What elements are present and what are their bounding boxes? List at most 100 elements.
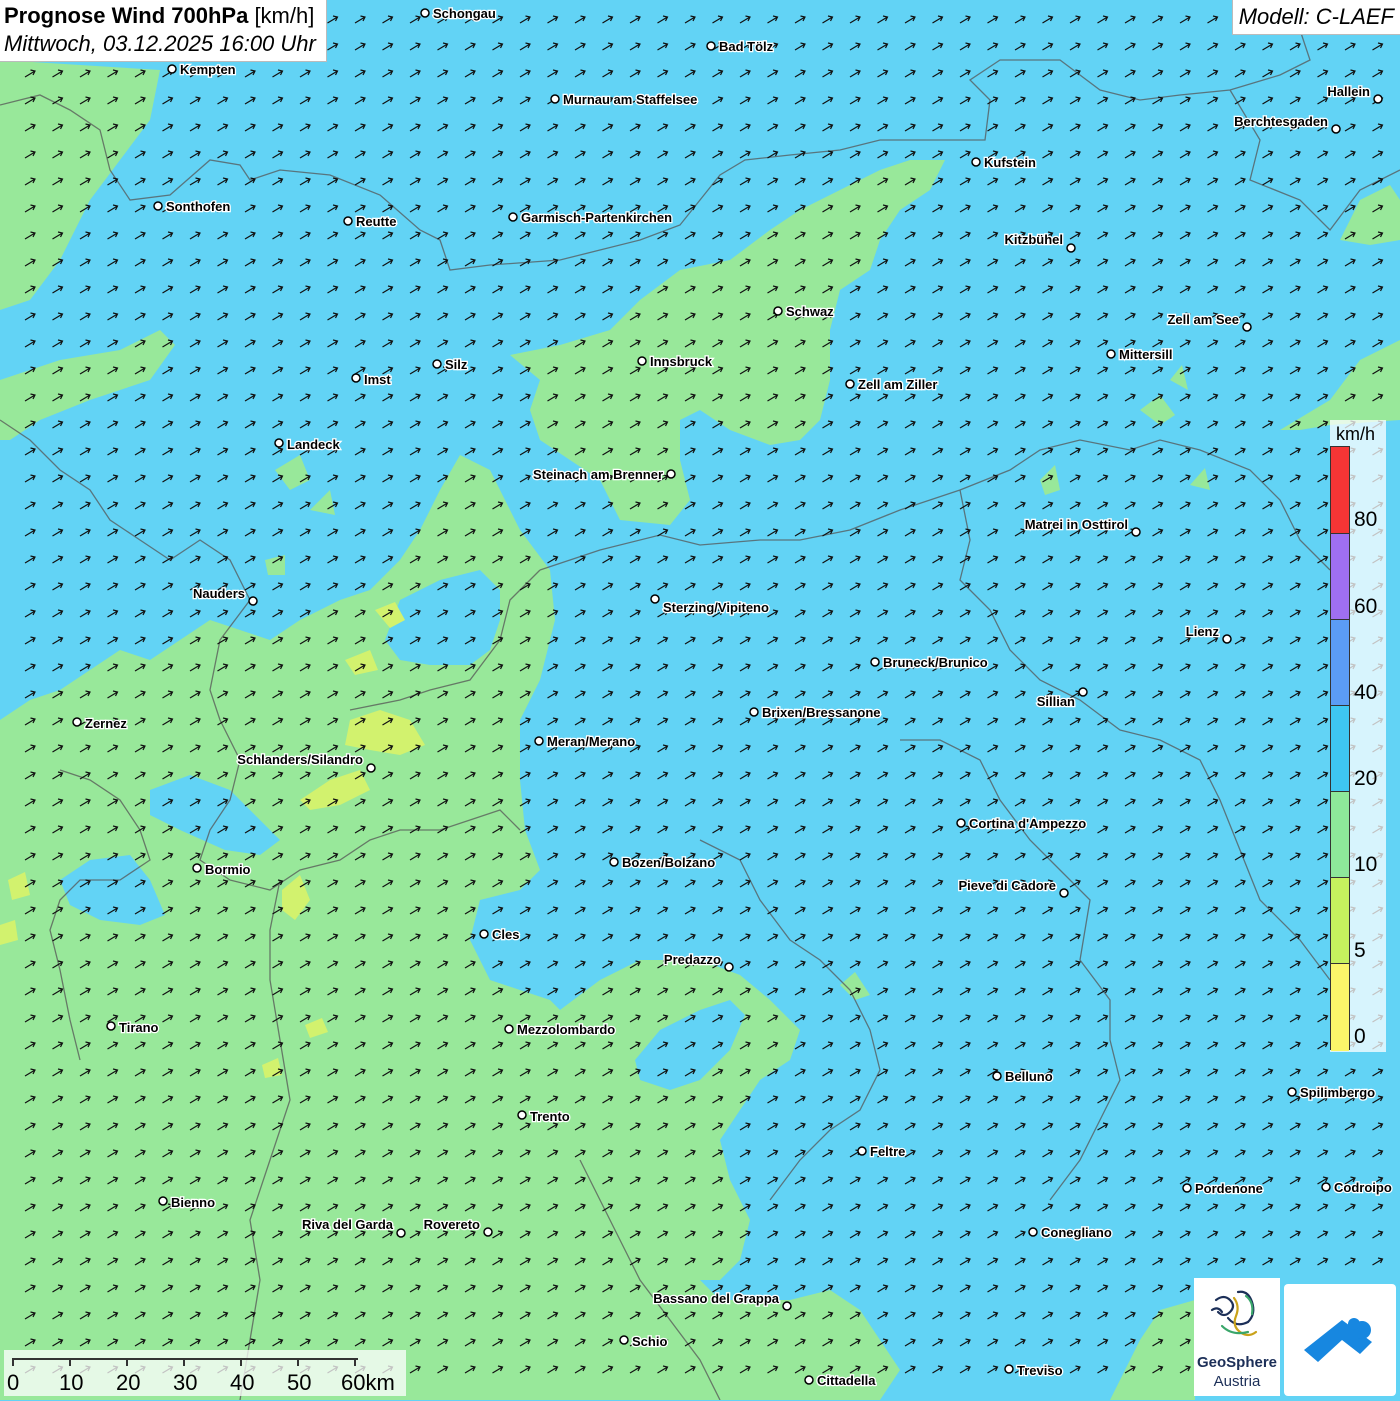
city-label: Brixen/Bressanone <box>762 705 881 720</box>
city-label: Feltre <box>870 1144 905 1159</box>
scale-label: 10 <box>59 1370 84 1395</box>
city-label: Treviso <box>1017 1363 1063 1378</box>
scale-tick <box>12 1358 14 1366</box>
city-dot <box>1004 1364 1014 1374</box>
logo-name: GeoSphere <box>1196 1354 1278 1371</box>
scale-label: 20 <box>116 1370 141 1395</box>
city-label: Landeck <box>287 437 341 452</box>
city-label: Trento <box>530 1109 570 1124</box>
city-dot <box>609 857 619 867</box>
city-dot <box>274 438 284 448</box>
city-label: Meran/Merano <box>547 734 635 749</box>
city-label: Murnau am Staffelsee <box>563 92 697 107</box>
city-dot <box>1182 1183 1192 1193</box>
city-dot <box>706 41 716 51</box>
scale-label: 50 <box>287 1370 312 1395</box>
map-title-unit: [km/h] <box>254 3 315 28</box>
city-label: Imst <box>364 372 391 387</box>
city-dot <box>1222 634 1232 644</box>
legend-color-bar <box>1330 446 1350 1051</box>
city-label: Cles <box>492 927 519 942</box>
wind-arrow-logo-icon <box>1304 1318 1372 1362</box>
city-dot <box>1059 888 1069 898</box>
city-dot <box>992 1071 1002 1081</box>
city-label: Hallein <box>1327 84 1370 99</box>
map-title-box: Prognose Wind 700hPa [km/h] Mittwoch, 03… <box>0 0 327 62</box>
city-dot <box>1066 243 1076 253</box>
scale-label: 30 <box>173 1370 198 1395</box>
city-dot <box>432 359 442 369</box>
city-dot <box>158 1196 168 1206</box>
city-label: Matrei in Osttirol <box>1025 517 1128 532</box>
scale-tick <box>297 1358 299 1366</box>
city-label: Sterzing/Vipiteno <box>663 600 769 615</box>
geosphere-logo[interactable]: GeoSphere Austria <box>1194 1278 1280 1396</box>
city-dot <box>483 1227 493 1237</box>
city-dot <box>167 64 177 74</box>
city-label: Kufstein <box>984 155 1036 170</box>
city-dot <box>724 962 734 972</box>
legend-label-5: 5 <box>1354 939 1366 962</box>
city-dot <box>1028 1227 1038 1237</box>
scale-label: 40 <box>230 1370 255 1395</box>
city-dot <box>72 717 82 727</box>
city-label: Sonthofen <box>166 199 230 214</box>
city-dot <box>637 356 647 366</box>
map-title-main: Prognose Wind 700hPa <box>4 3 249 28</box>
city-label: Berchtesgaden <box>1234 114 1328 129</box>
legend-seg-20 <box>1331 706 1349 792</box>
city-label: Mittersill <box>1119 347 1172 362</box>
legend-seg-80 <box>1331 447 1349 534</box>
scale-label: 60km <box>341 1370 395 1395</box>
wind-app-icon[interactable] <box>1284 1284 1396 1396</box>
city-dot <box>971 157 981 167</box>
legend-label-20: 20 <box>1354 767 1378 790</box>
city-label: Bruneck/Brunico <box>883 655 988 670</box>
city-dot <box>366 763 376 773</box>
city-label: Reutte <box>356 214 396 229</box>
city-label: Spilimbergo <box>1300 1085 1375 1100</box>
scale-tick <box>69 1358 71 1366</box>
scale-tick <box>240 1358 242 1366</box>
logo-sub: Austria <box>1213 1373 1261 1390</box>
legend-seg-60 <box>1331 534 1349 620</box>
city-dot <box>248 596 258 606</box>
color-legend: km/h 80 60 40 20 10 5 0 <box>1330 420 1386 1052</box>
scale-tick <box>126 1358 128 1366</box>
city-label: Predazzo <box>664 952 721 967</box>
legend-seg-10 <box>1331 792 1349 878</box>
city-dot <box>517 1110 527 1120</box>
legend-label-10: 10 <box>1354 853 1378 876</box>
city-label: Bienno <box>171 1195 215 1210</box>
legend-seg-0 <box>1331 964 1349 1051</box>
city-dot <box>773 306 783 316</box>
wind-map: Schongau Bad Tölz Kempten Murnau am Staffel… <box>0 0 1400 1400</box>
city-dot <box>192 863 202 873</box>
scale-tick <box>183 1358 185 1366</box>
forecast-datetime: Mittwoch, 03.12.2025 16:00 Uhr <box>4 31 316 56</box>
city-dot <box>1321 1182 1331 1192</box>
city-dot <box>106 1021 116 1031</box>
city-label: Schongau <box>433 6 496 21</box>
city-dot <box>749 707 759 717</box>
legend-label-80: 80 <box>1354 508 1378 531</box>
city-dot <box>1373 94 1383 104</box>
city-label: Zell am See <box>1167 312 1239 327</box>
city-label: Schio <box>632 1334 667 1349</box>
city-dot <box>508 212 518 222</box>
city-dot <box>845 379 855 389</box>
city-dot <box>1078 687 1088 697</box>
city-label: Codroipo <box>1334 1180 1392 1195</box>
city-dot <box>1242 322 1252 332</box>
city-label: Bassano del Grappa <box>653 1291 779 1306</box>
city-dot <box>782 1301 792 1311</box>
legend-seg-5 <box>1331 878 1349 964</box>
city-dot <box>619 1335 629 1345</box>
city-dot <box>479 929 489 939</box>
model-label: Modell: C-LAEF <box>1231 0 1400 35</box>
city-label: Zell am Ziller <box>858 377 937 392</box>
city-label: Silz <box>445 357 468 372</box>
city-label: Pieve di Cadore <box>958 878 1056 893</box>
city-label: Bad Tölz <box>719 39 774 54</box>
city-label: Belluno <box>1005 1069 1053 1084</box>
